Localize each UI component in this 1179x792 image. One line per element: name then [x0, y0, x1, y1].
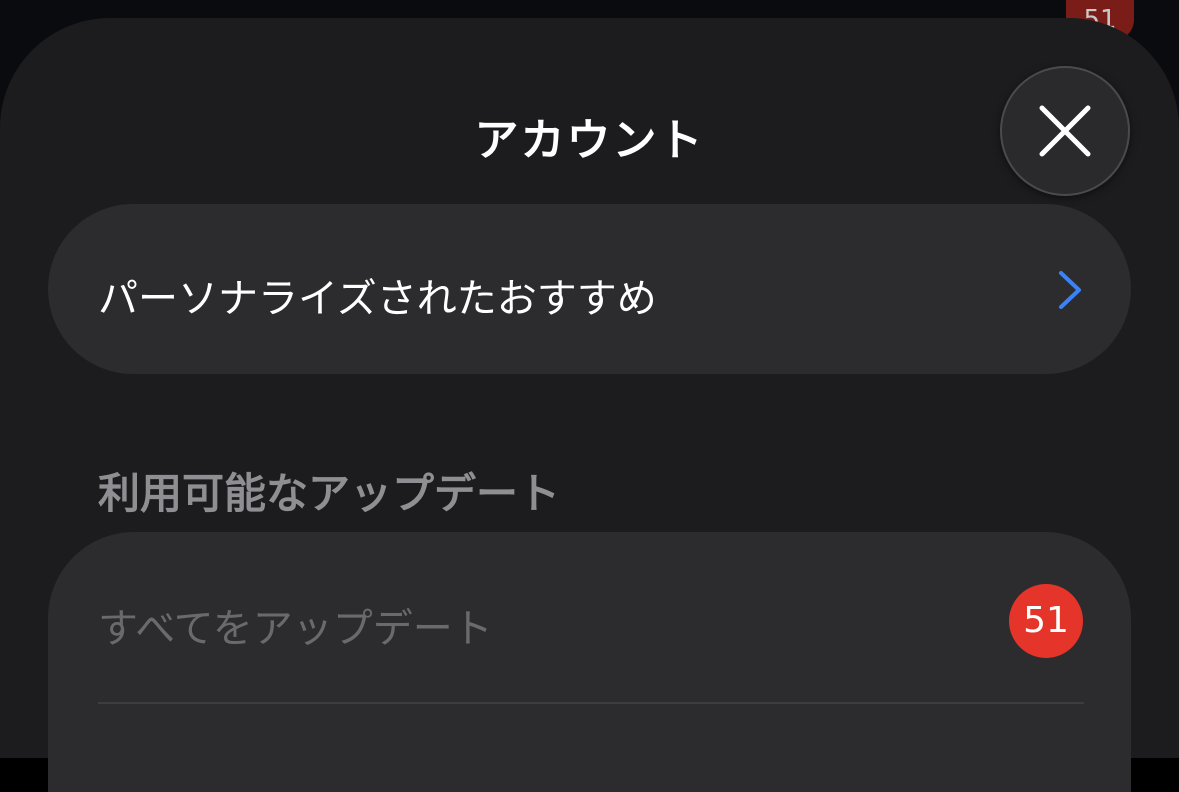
row-divider — [98, 702, 1084, 704]
update-all-button[interactable]: すべてをアップデート — [98, 596, 493, 654]
update-count-badge: 51 — [1009, 584, 1083, 658]
close-icon — [1039, 105, 1091, 157]
personalized-recommendations-label: パーソナライズされたおすすめ — [98, 276, 657, 322]
personalized-recommendations-row[interactable]: パーソナライズされたおすすめ — [48, 204, 1131, 374]
chevron-right-icon — [1059, 271, 1081, 309]
close-button[interactable] — [1000, 66, 1130, 196]
available-updates-header: 利用可能なアップデート — [98, 469, 561, 518]
updates-card: すべてをアップデート 51 — [48, 532, 1131, 792]
